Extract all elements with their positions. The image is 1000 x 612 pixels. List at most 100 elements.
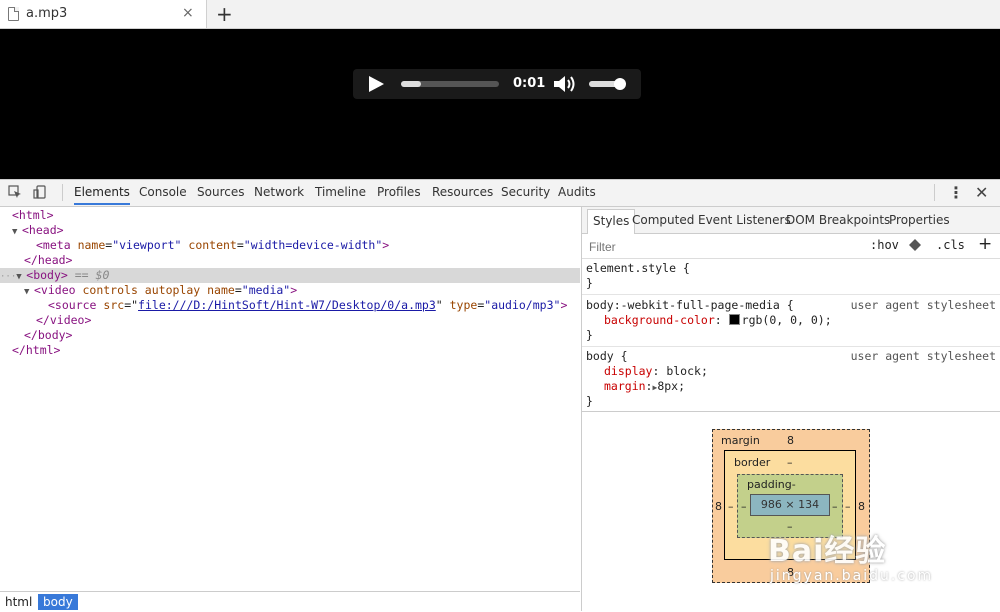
hover-state-toggle[interactable]: :hov xyxy=(870,238,899,252)
breadcrumb-html[interactable]: html xyxy=(0,594,37,610)
paintbrush-icon[interactable] xyxy=(909,239,921,251)
devtools-tab-timeline[interactable]: Timeline xyxy=(315,185,366,199)
margin-top-value[interactable]: 8 xyxy=(787,434,794,447)
breadcrumb: html body xyxy=(0,591,580,612)
dom-node-video[interactable]: ▼ <video controls autoplay name="media"> xyxy=(0,283,580,298)
padding-label: padding- xyxy=(747,478,796,491)
color-swatch[interactable] xyxy=(728,314,740,325)
dom-node-html-close[interactable]: </html> xyxy=(0,343,580,358)
dom-node-body-selected[interactable]: ···▼ <body> == $0 xyxy=(0,268,580,283)
rule-selector[interactable]: body { xyxy=(586,349,628,363)
seek-bar[interactable] xyxy=(401,81,499,87)
border-top-value[interactable]: – xyxy=(787,456,793,469)
volume-icon[interactable] xyxy=(553,75,577,93)
devtools-tab-profiles[interactable]: Profiles xyxy=(377,185,421,199)
tab-title: a.mp3 xyxy=(26,6,68,21)
devtools-tab-resources[interactable]: Resources xyxy=(432,185,493,199)
property-value[interactable]: 8px; xyxy=(657,379,685,393)
volume-knob[interactable] xyxy=(614,78,627,90)
attr-value: "audio/mp3" xyxy=(484,298,561,312)
attr-name: controls autoplay xyxy=(82,283,201,297)
property-name[interactable]: margin xyxy=(604,379,646,393)
tag-close: > xyxy=(560,298,568,312)
breadcrumb-body[interactable]: body xyxy=(38,594,78,610)
sidebar-tab-computed[interactable]: Computed xyxy=(632,213,694,227)
rule-divider xyxy=(582,294,1000,295)
html-tag: <html> xyxy=(12,208,54,222)
new-style-rule-button[interactable]: + xyxy=(978,234,992,254)
html-close-tag: </html> xyxy=(12,343,61,357)
rule-selector[interactable]: body:-webkit-full-page-media { xyxy=(586,298,794,312)
rule-selector[interactable]: element.style { xyxy=(582,261,1000,276)
border-right-value[interactable]: – xyxy=(845,500,851,513)
more-options-icon[interactable]: ⋮ xyxy=(948,183,964,202)
document-icon xyxy=(8,7,19,21)
devtools-tab-elements[interactable]: Elements xyxy=(74,185,130,205)
tag-close: > xyxy=(290,283,298,297)
dom-node-body-close[interactable]: </body> xyxy=(0,328,580,343)
devtools-tab-sources[interactable]: Sources xyxy=(197,185,244,199)
devtools-tab-audits[interactable]: Audits xyxy=(558,185,596,199)
current-time: 0:01 xyxy=(513,76,546,91)
property-value[interactable]: rgb(0, 0, 0); xyxy=(742,313,832,327)
watermark-url: jingyan.baidu.com xyxy=(770,568,934,584)
attr-name: name xyxy=(77,238,106,252)
inspect-element-icon[interactable] xyxy=(8,185,22,199)
attr-name: content xyxy=(188,238,237,252)
device-mode-icon[interactable] xyxy=(33,185,47,199)
rule-origin: user agent stylesheet xyxy=(850,298,996,312)
devtools-toolbar: Elements Console Sources Network Timeline Pro… xyxy=(0,179,1000,207)
attr-name: type xyxy=(449,298,478,312)
volume-slider[interactable] xyxy=(589,78,627,90)
border-left-value[interactable]: – xyxy=(728,500,734,513)
property-name[interactable]: display xyxy=(604,364,652,378)
body-tag: <body> xyxy=(26,268,68,282)
devtools-tab-network[interactable]: Network xyxy=(254,185,304,199)
dom-node-meta[interactable]: <meta name="viewport" content="width=dev… xyxy=(0,238,580,253)
property-value[interactable]: block; xyxy=(666,364,708,378)
padding-right-value[interactable]: – xyxy=(832,500,838,513)
watermark-logo: Bai经验 xyxy=(768,534,887,569)
head-close-tag: </head> xyxy=(24,253,73,267)
rule-divider xyxy=(582,346,1000,347)
audio-player: 0:01 xyxy=(353,69,641,99)
dom-node-html[interactable]: <html> xyxy=(0,208,580,223)
elements-tree: <html> ▼ <head> <meta name="viewport" con… xyxy=(0,207,580,591)
rule-close: } xyxy=(586,328,593,342)
toolbar-divider xyxy=(934,184,935,201)
devtools-tab-security[interactable]: Security xyxy=(501,185,550,199)
new-tab-button[interactable]: + xyxy=(216,2,233,26)
dom-node-head-close[interactable]: </head> xyxy=(0,253,580,268)
rule-close: } xyxy=(586,394,593,408)
head-tag: <head> xyxy=(22,223,64,237)
sidebar-tab-event-listeners[interactable]: Event Listeners xyxy=(698,213,791,227)
style-rule-element: element.style { } xyxy=(582,261,1000,291)
dom-node-source[interactable]: <source src="file:///D:/HintSoft/Hint-W7… xyxy=(0,298,580,313)
sidebar-tab-properties[interactable]: Properties xyxy=(889,213,950,227)
box-model-content-size[interactable]: 986 × 134 xyxy=(750,494,830,516)
attr-value: "viewport" xyxy=(112,238,182,252)
page-viewport: 0:01 xyxy=(0,29,1000,179)
body-close-tag: </body> xyxy=(24,328,73,342)
volume-level xyxy=(589,78,627,90)
devtools-tab-console[interactable]: Console xyxy=(139,185,187,199)
tab-close-icon[interactable]: × xyxy=(182,5,194,21)
class-toggle[interactable]: .cls xyxy=(936,238,965,252)
sidebar-tab-styles[interactable]: Styles xyxy=(587,209,636,234)
margin-right-value[interactable]: 8 xyxy=(858,500,865,513)
play-icon[interactable] xyxy=(369,76,384,92)
meta-tag: <meta xyxy=(36,238,71,252)
styles-filter-bar: :hov .cls + xyxy=(582,234,1000,259)
browser-tab[interactable]: a.mp3 × xyxy=(0,0,207,28)
dom-node-head[interactable]: ▼ <head> xyxy=(0,223,580,238)
dom-node-video-close[interactable]: </video> xyxy=(0,313,580,328)
sidebar-tab-dom-breakpoints[interactable]: DOM Breakpoints xyxy=(786,213,890,227)
close-devtools-icon[interactable]: ✕ xyxy=(975,183,988,202)
padding-left-value[interactable]: – xyxy=(741,500,747,513)
property-name[interactable]: background-color xyxy=(604,313,715,327)
margin-left-value[interactable]: 8 xyxy=(715,500,722,513)
style-rule-body: body { user agent stylesheet display: bl… xyxy=(582,349,1000,409)
source-tag: <source xyxy=(48,298,97,312)
source-src-link[interactable]: file:///D:/HintSoft/Hint-W7/Desktop/0/a.… xyxy=(138,298,436,312)
styles-filter-input[interactable] xyxy=(587,239,791,255)
